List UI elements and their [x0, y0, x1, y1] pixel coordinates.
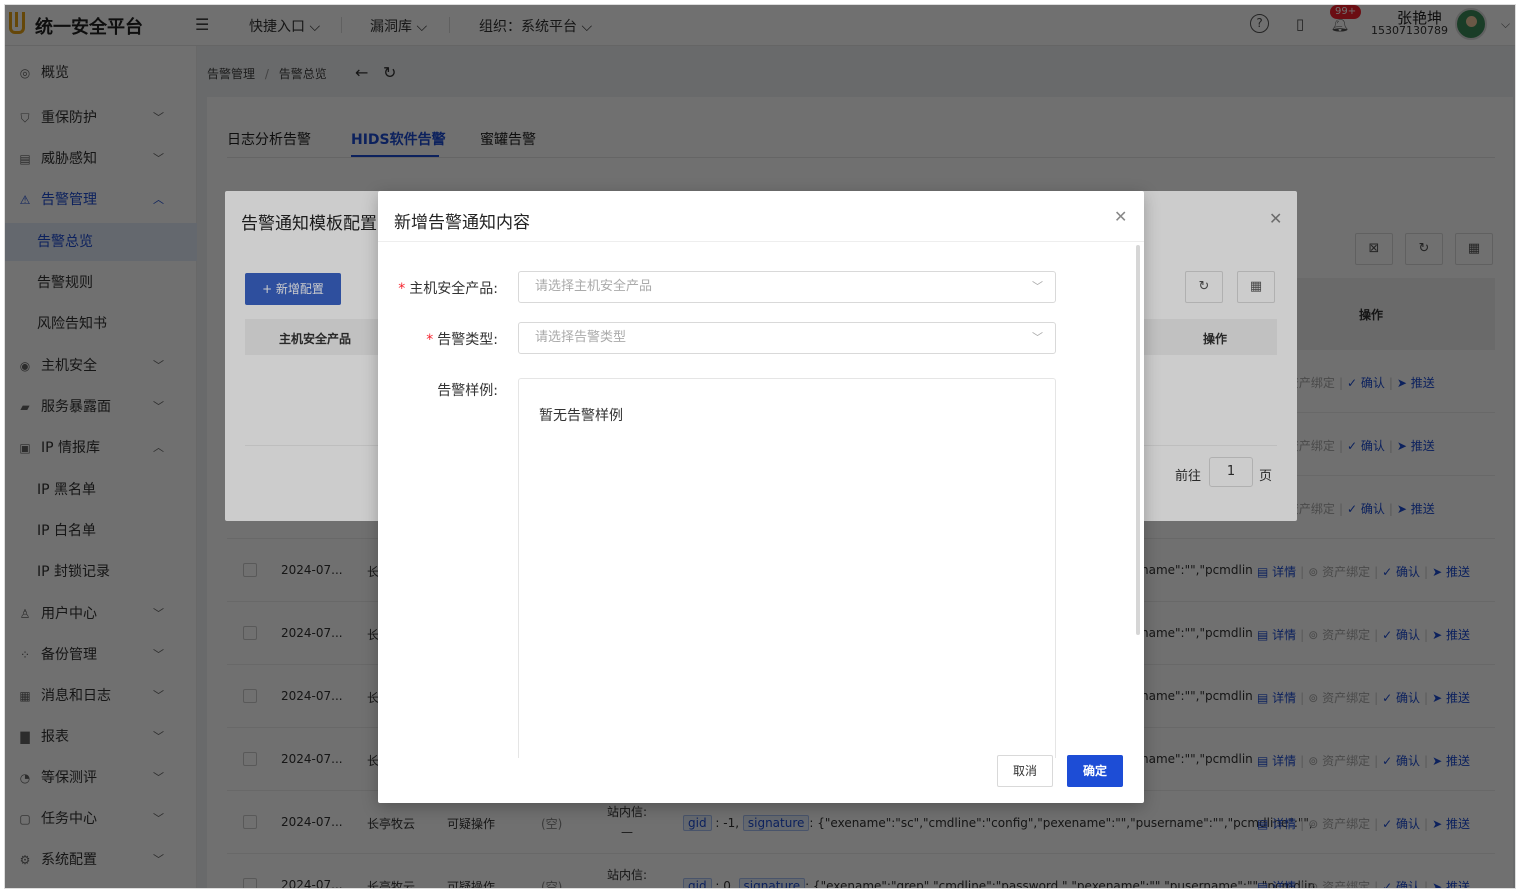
chevron-down-icon: ﹀	[1032, 331, 1043, 344]
dialog-title: 新增告警通知内容	[394, 213, 530, 233]
add-alert-notification-dialog: 新增告警通知内容 ✕ * 主机安全产品: 请选择主机安全产品 ﹀ * 告警类型: 请选…	[378, 191, 1144, 803]
alert-type-select[interactable]: 请选择告警类型 ﹀	[518, 322, 1056, 354]
chevron-down-icon: ﹀	[1032, 280, 1043, 293]
alert-sample-area: 暂无告警样例	[518, 378, 1056, 758]
product-label: * 主机安全产品:	[398, 281, 498, 297]
confirm-button[interactable]: 确定	[1067, 755, 1123, 787]
product-select[interactable]: 请选择主机安全产品 ﹀	[518, 271, 1056, 303]
sample-label: 告警样例:	[437, 383, 498, 399]
cancel-button[interactable]: 取消	[997, 755, 1053, 787]
alert-type-label: * 告警类型:	[426, 332, 498, 348]
scrollbar[interactable]	[1136, 245, 1140, 635]
app-window: 统一安全平台 ☰ 快捷入口 ⌵ 漏洞库 ⌵ 组织：系统平台 ⌵ ? ▯ 🔔︎ 9…	[4, 4, 1516, 889]
close-icon[interactable]: ✕	[1114, 207, 1127, 226]
